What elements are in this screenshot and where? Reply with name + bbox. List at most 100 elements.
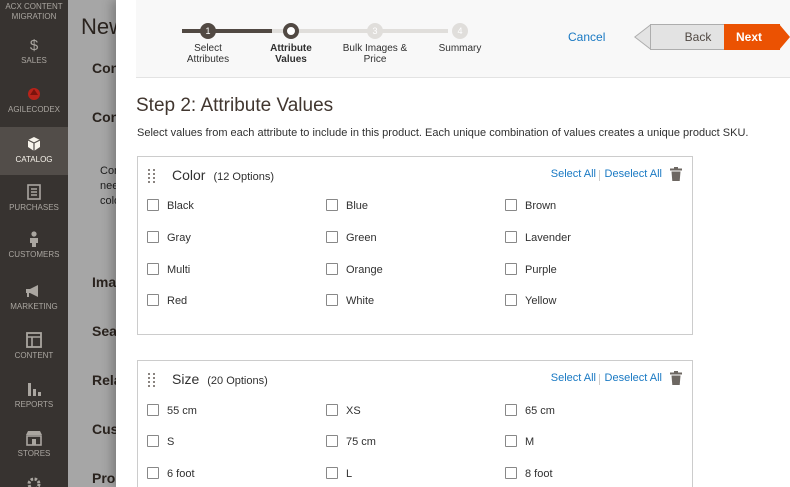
option-label: 6 foot bbox=[167, 468, 195, 480]
checkbox[interactable] bbox=[505, 435, 517, 447]
option-label: Purple bbox=[525, 264, 557, 276]
sidebar-top-label[interactable]: ACX CONTENT MIGRATION bbox=[0, 2, 68, 22]
step-label-line: Summary bbox=[438, 43, 482, 54]
progress-line bbox=[182, 29, 272, 33]
attribute-option-count: (12 Options) bbox=[213, 171, 274, 183]
sidebar-item-label: CUSTOMERS bbox=[8, 250, 60, 259]
deselect-all-link[interactable]: Deselect All bbox=[605, 372, 662, 384]
attribute-title: Color (12 Options) bbox=[172, 167, 274, 183]
gear-icon bbox=[0, 476, 68, 487]
sidebar-item-label: AGILECODEX bbox=[7, 105, 60, 114]
option-label: XS bbox=[346, 405, 361, 417]
sidebar-item-marketing[interactable]: MARKETING bbox=[0, 283, 68, 315]
link-separator bbox=[599, 170, 600, 181]
drag-handle-icon[interactable] bbox=[148, 169, 156, 183]
attribute-title: Size (20 Options) bbox=[172, 371, 268, 387]
sidebar-item-content[interactable]: CONTENT bbox=[0, 332, 68, 364]
option-label: M bbox=[525, 436, 535, 448]
step-label-attribute-values[interactable]: Attribute Values bbox=[251, 43, 331, 65]
checkbox[interactable] bbox=[505, 231, 517, 243]
checkbox[interactable] bbox=[326, 404, 338, 416]
trash-icon[interactable] bbox=[670, 371, 682, 385]
deselect-all-link[interactable]: Deselect All bbox=[605, 168, 662, 180]
checkbox[interactable] bbox=[505, 263, 517, 275]
checkbox[interactable] bbox=[147, 467, 159, 479]
trash-icon[interactable] bbox=[670, 167, 682, 181]
sidebar-item-stores[interactable]: STORES bbox=[0, 430, 68, 462]
bar-chart-icon bbox=[0, 381, 68, 397]
next-arrow-shape bbox=[779, 24, 790, 55]
select-all-link[interactable]: Select All bbox=[551, 372, 596, 384]
checkbox[interactable] bbox=[326, 263, 338, 275]
option-label: White bbox=[346, 295, 375, 307]
step-title: Step 2: Attribute Values bbox=[136, 95, 334, 116]
step-label-bulk-images-price[interactable]: Bulk Images & Price bbox=[335, 43, 415, 65]
step-marker[interactable]: 1 bbox=[200, 23, 216, 39]
checkbox[interactable] bbox=[147, 199, 159, 211]
step-marker-current[interactable] bbox=[283, 23, 299, 39]
checkbox[interactable] bbox=[147, 404, 159, 416]
option-label: Gray bbox=[167, 232, 191, 244]
attribute-header: Size (20 Options) Select All Deselect All bbox=[148, 371, 682, 389]
wizard-progress: 1 3 4 Select Attributes Attribute Values… bbox=[166, 21, 486, 71]
option-label: L bbox=[346, 468, 353, 480]
checkbox[interactable] bbox=[326, 231, 338, 243]
attribute-option-count: (20 Options) bbox=[207, 375, 268, 387]
attribute-name: Size bbox=[172, 371, 200, 387]
step-label-line: Attributes bbox=[186, 54, 230, 65]
option-label: 75 cm bbox=[346, 436, 376, 448]
checkbox[interactable] bbox=[326, 435, 338, 447]
checkbox[interactable] bbox=[326, 294, 338, 306]
attribute-header: Color (12 Options) Select All Deselect Al… bbox=[148, 167, 682, 185]
option-label: Blue bbox=[346, 200, 369, 212]
agilecodex-logo-icon bbox=[0, 86, 68, 102]
checkbox[interactable] bbox=[147, 435, 159, 447]
wizard-header: 1 3 4 Select Attributes Attribute Values… bbox=[136, 0, 790, 78]
sidebar-item-sales[interactable]: $ SALES bbox=[0, 37, 68, 69]
megaphone-icon bbox=[0, 283, 68, 299]
checkbox[interactable] bbox=[147, 263, 159, 275]
checkbox[interactable] bbox=[326, 467, 338, 479]
link-separator bbox=[599, 374, 600, 385]
step-label-summary[interactable]: Summary bbox=[420, 43, 500, 54]
sidebar-item-label: PURCHASES bbox=[9, 203, 59, 212]
step-label-select-attributes[interactable]: Select Attributes bbox=[168, 43, 248, 65]
checkbox[interactable] bbox=[326, 199, 338, 211]
store-icon bbox=[0, 430, 68, 446]
sidebar-item-agilecodex[interactable]: AGILECODEX bbox=[0, 86, 68, 118]
step-label-line: Values bbox=[275, 54, 307, 65]
attribute-name: Color bbox=[172, 167, 206, 183]
person-icon bbox=[0, 231, 68, 247]
step-description: Select values from each attribute to inc… bbox=[137, 127, 749, 139]
sidebar-item-system[interactable] bbox=[0, 476, 68, 487]
sidebar-item-label: REPORTS bbox=[14, 400, 54, 409]
checkbox[interactable] bbox=[147, 231, 159, 243]
step-label-line: Price bbox=[363, 54, 387, 65]
option-label: Red bbox=[167, 295, 188, 307]
checkbox[interactable] bbox=[505, 294, 517, 306]
step-label-line: Select bbox=[194, 43, 222, 54]
sidebar-item-purchases[interactable]: PURCHASES bbox=[0, 184, 68, 216]
checkbox[interactable] bbox=[505, 467, 517, 479]
next-button[interactable]: Next bbox=[724, 24, 780, 50]
step-marker[interactable]: 4 bbox=[452, 23, 468, 39]
option-label: S bbox=[167, 436, 175, 448]
checkbox[interactable] bbox=[147, 294, 159, 306]
step-marker[interactable]: 3 bbox=[367, 23, 383, 39]
drag-handle-icon[interactable] bbox=[148, 373, 156, 387]
sidebar-item-customers[interactable]: CUSTOMERS bbox=[0, 231, 68, 263]
back-button[interactable]: Back bbox=[650, 24, 734, 50]
cancel-button[interactable]: Cancel bbox=[568, 30, 605, 44]
select-all-link[interactable]: Select All bbox=[551, 168, 596, 180]
sidebar-item-label: STORES bbox=[17, 449, 51, 458]
option-label: Yellow bbox=[525, 295, 557, 307]
cube-icon bbox=[0, 136, 68, 152]
checkbox[interactable] bbox=[505, 404, 517, 416]
checkbox[interactable] bbox=[505, 199, 517, 211]
layout-icon bbox=[0, 332, 68, 348]
option-label: Brown bbox=[525, 200, 557, 212]
option-label: 55 cm bbox=[167, 405, 197, 417]
sidebar-item-reports[interactable]: REPORTS bbox=[0, 381, 68, 413]
attribute-panel-color: Color (12 Options) Select All Deselect Al… bbox=[137, 156, 693, 335]
sidebar-item-catalog[interactable]: CATALOG bbox=[0, 127, 68, 175]
